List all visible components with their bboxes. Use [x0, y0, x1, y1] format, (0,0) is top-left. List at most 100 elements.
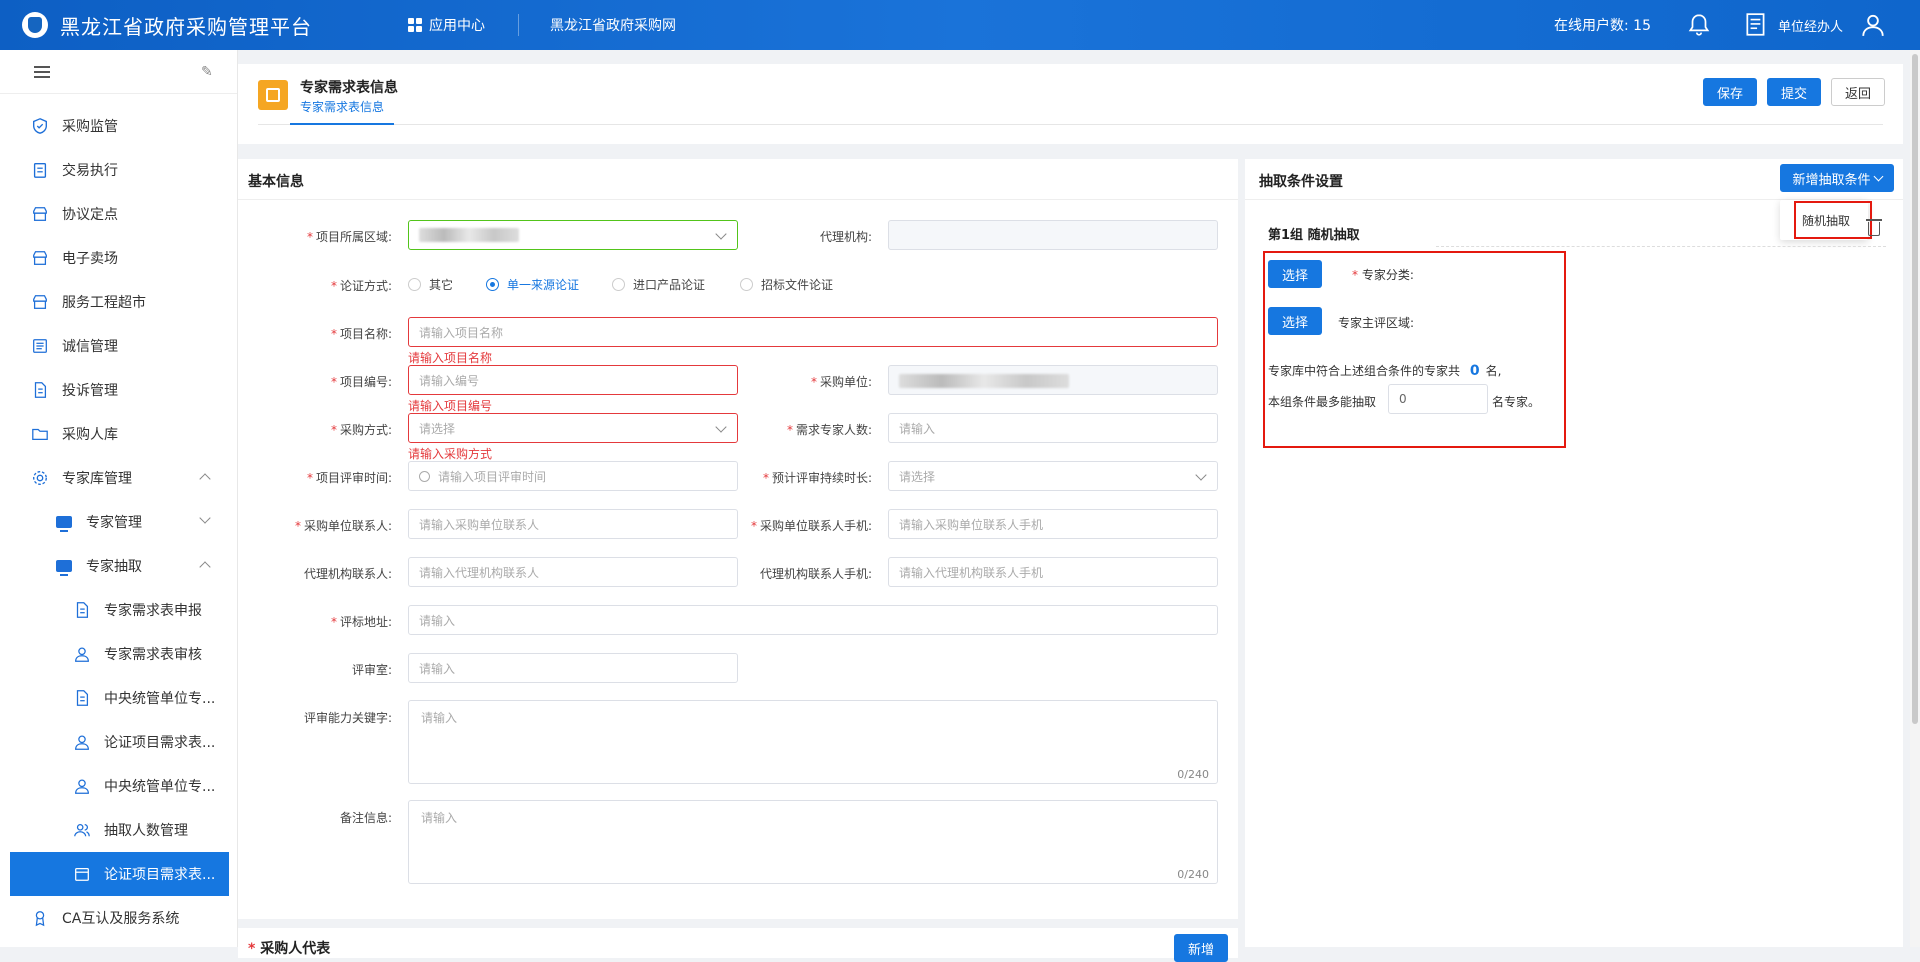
contact-input[interactable]: 请输入采购单位联系人	[408, 509, 738, 539]
app-center-label: 应用中心	[429, 18, 485, 34]
app-center-link[interactable]: 应用中心	[408, 0, 485, 50]
sidebar-item-7[interactable]: 采购人库	[10, 412, 229, 456]
radio-single-source[interactable]: 单一来源论证	[486, 276, 579, 293]
region-select[interactable]	[408, 220, 738, 250]
trash-icon[interactable]	[1866, 219, 1882, 236]
pin-icon[interactable]: ✎	[201, 65, 215, 79]
purchase-way-select[interactable]: 请选择	[408, 413, 738, 443]
sidebar-item-label: 专家库管理	[62, 471, 132, 487]
sidebar-item-label: 诚信管理	[62, 339, 118, 355]
room-label: 评审室:	[351, 663, 392, 677]
keywords-counter: 0/240	[1177, 768, 1209, 781]
max-extract-input[interactable]: 0	[1388, 384, 1488, 414]
top-bar: 黑龙江省政府采购管理平台 应用中心 黑龙江省政府采购网 在线用户数: 15 单位…	[0, 0, 1920, 50]
select-region-button[interactable]: 选择	[1268, 307, 1322, 335]
tab-divider	[258, 124, 1883, 125]
sidebar-item-label: 协议定点	[62, 207, 118, 223]
keywords-textarea[interactable]: 请输入 0/240	[408, 700, 1218, 784]
sidebar-item-1[interactable]: 交易执行	[10, 148, 229, 192]
expert-num-label: * 需求专家人数:	[786, 423, 872, 437]
agency-label: 代理机构:	[819, 230, 872, 244]
category-label: * 专家分类:	[1352, 268, 1414, 282]
purchase-way-error: 请输入采购方式	[408, 447, 493, 461]
method-label: * 论证方式:	[330, 279, 392, 293]
sidebar-item-label: 电子卖场	[62, 251, 118, 267]
sidebar-item-4[interactable]: 服务工程超市	[10, 280, 229, 324]
expert-num-input[interactable]: 请输入	[888, 413, 1218, 443]
user-icon[interactable]	[1860, 12, 1886, 38]
sidebar-item-13[interactable]: 中央统管单位专...	[10, 676, 229, 720]
sidebar-item-label: 论证项目需求表...	[104, 735, 216, 751]
contact-phone-input[interactable]: 请输入采购单位联系人手机	[888, 509, 1218, 539]
agent-contact-input[interactable]: 请输入代理机构联系人	[408, 557, 738, 587]
add-condition-button[interactable]: 新增抽取条件	[1780, 164, 1894, 192]
sidebar-item-17[interactable]: 论证项目需求表...	[10, 852, 229, 896]
card-divider	[238, 199, 1238, 200]
sidebar-item-14[interactable]: 论证项目需求表...	[10, 720, 229, 764]
user-name[interactable]: 单位经办人	[1778, 0, 1843, 50]
sidebar-item-9[interactable]: 专家管理	[10, 500, 229, 544]
clipboard-icon	[30, 160, 50, 180]
chevron-down-icon	[199, 512, 211, 524]
store-icon	[30, 292, 50, 312]
extract-title: 抽取条件设置	[1259, 174, 1343, 190]
radio-imported-product[interactable]: 进口产品论证	[612, 276, 705, 293]
room-input[interactable]: 请输入	[408, 653, 738, 683]
form-icon	[258, 80, 288, 110]
sidebar-item-label: 论证项目需求表...	[104, 867, 216, 883]
sidebar-item-label: 服务工程超市	[62, 295, 146, 311]
address-input[interactable]: 请输入	[408, 605, 1218, 635]
submit-button[interactable]: 提交	[1767, 78, 1821, 106]
sidebar-item-16[interactable]: 抽取人数管理	[10, 808, 229, 852]
calendar-icon	[72, 864, 92, 884]
sidebar-item-3[interactable]: 电子卖场	[10, 236, 229, 280]
select-category-button[interactable]: 选择	[1268, 260, 1322, 288]
user-document-icon	[1746, 13, 1765, 36]
sidebar-item-15[interactable]: 中央统管单位专...	[10, 764, 229, 808]
agency-field	[888, 220, 1218, 250]
document-icon	[72, 688, 92, 708]
app-title: 黑龙江省政府采购管理平台	[60, 14, 312, 39]
bell-icon[interactable]	[1686, 12, 1712, 38]
purchaser-rep-card: * 采购人代表	[238, 928, 1238, 958]
purchaser-rep-title: * 采购人代表	[248, 941, 331, 957]
document-icon	[72, 600, 92, 620]
gear-icon	[30, 468, 50, 488]
sidebar-item-label: 专家抽取	[86, 559, 142, 575]
sidebar-item-2[interactable]: 协议定点	[10, 192, 229, 236]
sidebar-item-6[interactable]: 投诉管理	[10, 368, 229, 412]
agent-phone-input[interactable]: 请输入代理机构联系人手机	[888, 557, 1218, 587]
save-button[interactable]: 保存	[1703, 78, 1757, 106]
sidebar-item-5[interactable]: 诚信管理	[10, 324, 229, 368]
sidebar-item-label: 专家需求表申报	[104, 603, 202, 619]
sidebar-item-0[interactable]: 采购监管	[10, 104, 229, 148]
sidebar-item-10[interactable]: 专家抽取	[10, 544, 229, 588]
menu-toggle-icon[interactable]	[34, 65, 50, 78]
duration-select[interactable]: 请选择	[888, 461, 1218, 491]
tab-expert-demand[interactable]: 专家需求表信息	[300, 98, 384, 115]
radio-other[interactable]: 其它	[408, 276, 453, 293]
user-icon	[72, 644, 92, 664]
project-code-input[interactable]: 请输入编号	[408, 365, 738, 395]
monitor-icon	[54, 556, 74, 576]
procurement-site-link[interactable]: 黑龙江省政府采购网	[550, 0, 676, 50]
sidebar-item-11[interactable]: 专家需求表申报	[10, 588, 229, 632]
chevron-up-icon	[199, 561, 211, 573]
address-label: * 评标地址:	[330, 615, 392, 629]
page-scrollbar[interactable]	[1910, 50, 1920, 947]
sidebar-item-8[interactable]: 专家库管理	[10, 456, 229, 500]
project-name-input[interactable]: 请输入项目名称	[408, 317, 1218, 347]
folder-icon	[30, 424, 50, 444]
sidebar-item-label: 抽取人数管理	[104, 823, 188, 839]
max-extract-text: 本组条件最多能抽取	[1268, 395, 1377, 409]
review-time-picker[interactable]: 请输入项目评审时间	[408, 461, 738, 491]
sidebar-item-18[interactable]: CA互认及服务系统	[10, 896, 229, 940]
sidebar-item-12[interactable]: 专家需求表审核	[10, 632, 229, 676]
back-button[interactable]: 返回	[1831, 78, 1885, 106]
sidebar-item-label: 采购人库	[62, 427, 118, 443]
remark-textarea[interactable]: 请输入 0/240	[408, 800, 1218, 884]
store-icon	[30, 248, 50, 268]
radio-tender-document[interactable]: 招标文件论证	[740, 276, 833, 293]
match-count-value: 0	[1469, 363, 1480, 379]
add-rep-button[interactable]: 新增	[1174, 934, 1228, 962]
